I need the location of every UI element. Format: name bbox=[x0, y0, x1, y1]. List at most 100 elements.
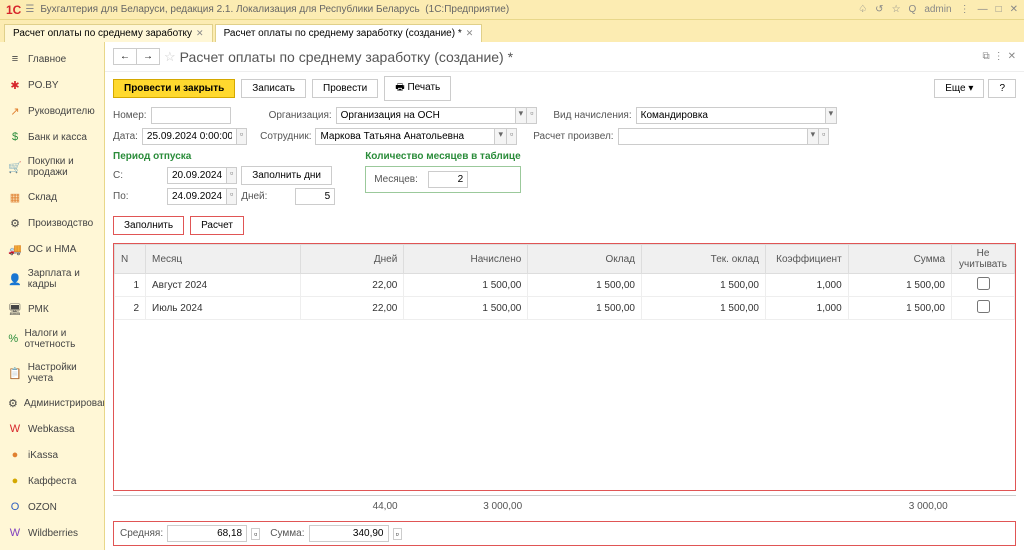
sidebar-item-9[interactable]: 🖥РМК bbox=[0, 296, 104, 322]
sidebar-label: Налоги и отчетность bbox=[24, 328, 96, 350]
employee-field[interactable]: ▾ ▫ bbox=[315, 128, 517, 145]
kind-field[interactable]: ▾ bbox=[636, 107, 838, 124]
sidebar-item-13[interactable]: WWebkassa bbox=[0, 416, 104, 442]
number-label: Номер: bbox=[113, 110, 147, 121]
tab-0[interactable]: Расчет оплаты по среднему заработку ✕ bbox=[4, 24, 213, 42]
star-icon[interactable]: ☆ bbox=[892, 4, 901, 15]
write-button[interactable]: Записать bbox=[241, 79, 306, 98]
sidebar-item-3[interactable]: $Банк и касса bbox=[0, 124, 104, 150]
sidebar-item-0[interactable]: ≡Главное bbox=[0, 46, 104, 72]
sidebar-label: Webkassa bbox=[28, 424, 75, 435]
close-panel-icon[interactable]: ✕ bbox=[1008, 51, 1016, 62]
minimize-icon[interactable]: — bbox=[978, 4, 988, 15]
sidebar-label: Банк и касса bbox=[28, 132, 87, 143]
link-icon[interactable]: ⧉ bbox=[982, 51, 989, 62]
number-input[interactable] bbox=[151, 107, 231, 124]
print-button[interactable]: 🖶 Печать bbox=[384, 76, 451, 101]
calendar-icon[interactable]: ▫ bbox=[227, 167, 237, 184]
col-coef[interactable]: Коэффициент bbox=[766, 245, 849, 274]
table-header-row: N Месяц Дней Начислено Оклад Тек. оклад … bbox=[115, 245, 1015, 274]
forward-button[interactable]: → bbox=[137, 49, 159, 64]
tab-close-icon[interactable]: ✕ bbox=[466, 28, 474, 39]
sidebar-item-17[interactable]: WWildberries bbox=[0, 520, 104, 546]
bell-icon[interactable]: ♤ bbox=[858, 4, 867, 15]
post-button[interactable]: Провести bbox=[312, 79, 378, 98]
col-n[interactable]: N bbox=[115, 245, 146, 274]
months-input[interactable] bbox=[428, 171, 468, 188]
open-icon[interactable]: ▫ bbox=[819, 128, 829, 145]
dropdown-icon[interactable]: ▾ bbox=[808, 128, 820, 145]
more-button[interactable]: Еще ▾ bbox=[934, 79, 984, 98]
sidebar-item-7[interactable]: 🚚ОС и НМА bbox=[0, 236, 104, 262]
user-label[interactable]: admin bbox=[924, 4, 951, 15]
menu-icon[interactable]: ☰ bbox=[25, 4, 34, 15]
from-input[interactable] bbox=[167, 167, 227, 184]
days-label: Дней: bbox=[241, 191, 291, 202]
sidebar-item-2[interactable]: ↗Руководителю bbox=[0, 98, 104, 124]
fill-button[interactable]: Заполнить bbox=[113, 216, 184, 235]
calc-button[interactable]: Расчет bbox=[190, 216, 244, 235]
sidebar-item-11[interactable]: 📋Настройки учета bbox=[0, 356, 104, 390]
col-month[interactable]: Месяц bbox=[146, 245, 301, 274]
tab-close-icon[interactable]: ✕ bbox=[196, 28, 204, 39]
back-button[interactable]: ← bbox=[114, 49, 137, 64]
exclude-checkbox[interactable] bbox=[977, 300, 990, 313]
help-button[interactable]: ? bbox=[988, 79, 1016, 98]
close-icon[interactable]: ✕ bbox=[1010, 4, 1018, 15]
sidebar-icon: ⚙ bbox=[8, 396, 18, 410]
sidebar-item-1[interactable]: ✱PO.BY bbox=[0, 72, 104, 98]
sidebar-icon: W bbox=[8, 526, 22, 540]
kind-label: Вид начисления: bbox=[553, 110, 631, 121]
sidebar-item-6[interactable]: ⚙Производство bbox=[0, 210, 104, 236]
sidebar-item-5[interactable]: ▦Склад bbox=[0, 184, 104, 210]
sidebar-item-16[interactable]: OOZON bbox=[0, 494, 104, 520]
exclude-checkbox[interactable] bbox=[977, 277, 990, 290]
date-field[interactable]: ▫ bbox=[142, 128, 247, 145]
table-row[interactable]: 2Июль 202422,001 500,001 500,001 500,001… bbox=[115, 297, 1015, 320]
sidebar-label: Зарплата и кадры bbox=[28, 268, 96, 290]
calc-done-field[interactable]: ▾ ▫ bbox=[618, 128, 830, 145]
sidebar-icon: ▦ bbox=[8, 190, 22, 204]
calendar-icon[interactable]: ▫ bbox=[237, 128, 247, 145]
sidebar-item-15[interactable]: ●Каффеста bbox=[0, 468, 104, 494]
sidebar-item-14[interactable]: ●iKassa bbox=[0, 442, 104, 468]
months-title: Количество месяцев в таблице bbox=[365, 151, 520, 162]
calculator-icon[interactable]: ▫ bbox=[251, 528, 260, 540]
sum-input[interactable] bbox=[309, 525, 389, 542]
col-days[interactable]: Дней bbox=[301, 245, 404, 274]
fill-days-button[interactable]: Заполнить дни bbox=[241, 166, 332, 185]
nav-buttons: ← → bbox=[113, 48, 160, 65]
open-icon[interactable]: ▫ bbox=[507, 128, 517, 145]
tab-1[interactable]: Расчет оплаты по среднему заработку (соз… bbox=[215, 24, 483, 42]
avg-input[interactable] bbox=[167, 525, 247, 542]
calendar-icon[interactable]: ▫ bbox=[227, 188, 237, 205]
dropdown-icon[interactable]: ▾ bbox=[826, 107, 838, 124]
col-exclude[interactable]: Не учитывать bbox=[952, 245, 1015, 274]
days-input[interactable] bbox=[295, 188, 335, 205]
sidebar-item-8[interactable]: 👤Зарплата и кадры bbox=[0, 262, 104, 296]
sidebar-item-12[interactable]: ⚙Администрирование bbox=[0, 390, 104, 416]
col-accrued[interactable]: Начислено bbox=[404, 245, 528, 274]
employee-label: Сотрудник: bbox=[260, 131, 311, 142]
sidebar-item-10[interactable]: %Налоги и отчетность bbox=[0, 322, 104, 356]
search-icon[interactable]: Q bbox=[909, 4, 917, 15]
col-cur-salary[interactable]: Тек. оклад bbox=[642, 245, 766, 274]
sidebar-item-4[interactable]: 🛒Покупки и продажи bbox=[0, 150, 104, 184]
tab-label: Расчет оплаты по среднему заработку bbox=[13, 28, 192, 39]
col-salary[interactable]: Оклад bbox=[528, 245, 642, 274]
to-input[interactable] bbox=[167, 188, 227, 205]
dropdown-icon[interactable]: ▾ bbox=[516, 107, 528, 124]
favorite-icon[interactable]: ☆ bbox=[164, 49, 176, 65]
page-title: Расчет оплаты по среднему заработку (соз… bbox=[180, 49, 513, 65]
open-icon[interactable]: ▫ bbox=[527, 107, 537, 124]
history-icon[interactable]: ↺ bbox=[875, 4, 883, 15]
table-row[interactable]: 1Август 202422,001 500,001 500,001 500,0… bbox=[115, 274, 1015, 297]
col-sum[interactable]: Сумма bbox=[848, 245, 951, 274]
more-icon[interactable]: ⋮ bbox=[994, 51, 1004, 62]
dropdown-icon[interactable]: ▾ bbox=[495, 128, 507, 145]
maximize-icon[interactable]: □ bbox=[996, 4, 1002, 15]
calculator-icon[interactable]: ▫ bbox=[393, 528, 402, 540]
post-close-button[interactable]: Провести и закрыть bbox=[113, 79, 235, 98]
org-field[interactable]: ▾ ▫ bbox=[336, 107, 538, 124]
sidebar-icon: ✱ bbox=[8, 78, 22, 92]
